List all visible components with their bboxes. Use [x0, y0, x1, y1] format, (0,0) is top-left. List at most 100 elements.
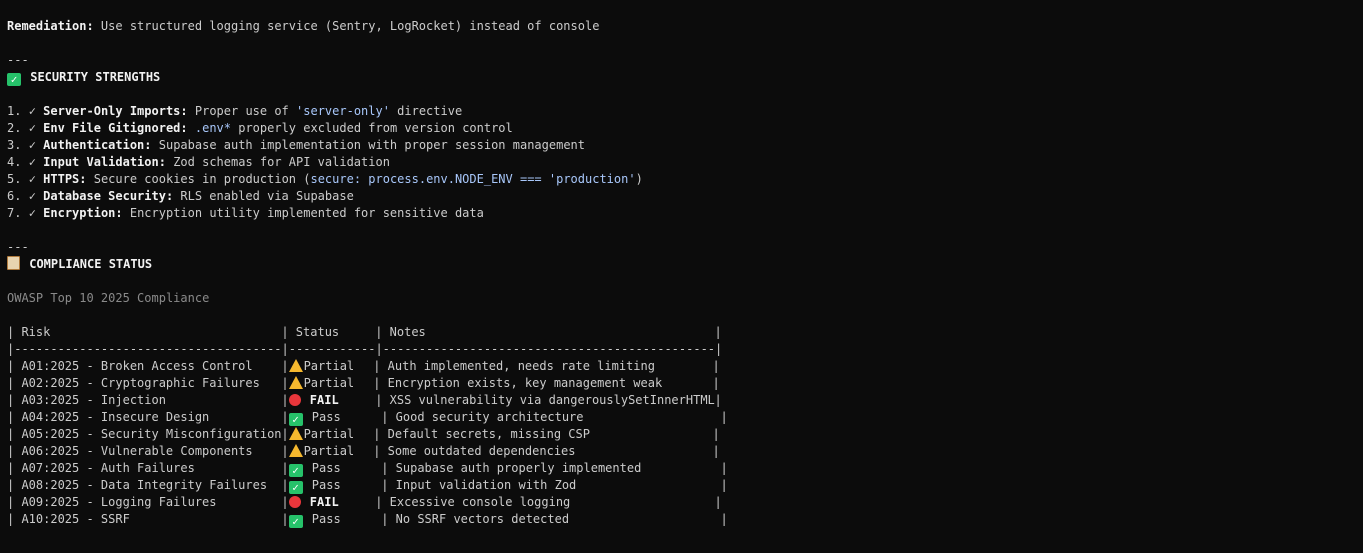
- notes-cell: Some outdated dependencies: [380, 444, 576, 458]
- strength-text: RLS enabled via Supabase: [173, 189, 354, 203]
- table-pipe: |: [281, 376, 289, 390]
- table-pipe: |: [373, 444, 381, 458]
- warning-icon: [288, 444, 303, 457]
- compliance-heading-text: COMPLIANCE STATUS: [29, 257, 153, 271]
- strength-code: 'server-only': [296, 104, 390, 118]
- notes-cell: No SSRF vectors detected: [388, 512, 570, 526]
- risk-cell: Risk: [14, 325, 51, 339]
- warning-icon: [288, 376, 303, 389]
- strength-text-end: directive: [389, 104, 463, 118]
- table-pipe: |: [373, 376, 381, 390]
- strength-item: 5. ✓ HTTPS: Secure cookies in production…: [7, 171, 643, 188]
- risk-cell: A10:2025 - SSRF: [14, 512, 130, 526]
- check-mark-icon: ✓: [28, 206, 44, 220]
- check-mark-icon: ✓: [28, 189, 44, 203]
- separator: ---: [7, 53, 29, 67]
- risk-cell: A08:2025 - Data Integrity Failures: [14, 478, 268, 492]
- strength-title: Server-Only Imports:: [43, 104, 188, 118]
- strength-number: 4.: [7, 155, 29, 169]
- table-pipe: |: [7, 325, 15, 339]
- table-pipe: |: [281, 478, 289, 492]
- table-pipe: |: [281, 461, 289, 475]
- table-pipe: |: [281, 512, 289, 526]
- strength-code: .env*: [194, 121, 231, 135]
- risk-cell: A09:2025 - Logging Failures: [14, 495, 217, 509]
- table-pipe: |: [714, 495, 722, 509]
- check-box-icon: ✓: [7, 73, 21, 86]
- check-mark-icon: ✓: [28, 155, 44, 169]
- status-cell: FAIL: [288, 494, 339, 511]
- table-row: | A01:2025 - Broken Access Control | Parti…: [0, 358, 760, 375]
- status-cell: ✓ Pass: [288, 460, 341, 477]
- notes-cell: Input validation with Zod: [388, 478, 577, 492]
- table-pipe: |: [281, 495, 289, 509]
- risk-cell: A05:2025 - Security Misconfiguration: [14, 427, 282, 441]
- status-label: Partial: [303, 359, 355, 373]
- status-label: Partial: [303, 376, 355, 390]
- status-label: Pass: [304, 478, 341, 492]
- table-pipe: |: [720, 461, 728, 475]
- table-pipe: |: [712, 444, 720, 458]
- table-row: | A04:2025 - Insecure Design | ✓ Pass | Goo…: [0, 409, 760, 426]
- strength-number: 1.: [7, 104, 29, 118]
- table-pipe: |: [373, 427, 381, 441]
- strength-title: Database Security:: [43, 189, 174, 203]
- strength-code: secure: process.env.NODE_ENV === 'produc…: [310, 172, 636, 186]
- table-pipe: |: [720, 478, 728, 492]
- table-pipe: |: [7, 427, 15, 441]
- status-label: Partial: [303, 427, 355, 441]
- status-label: Pass: [304, 410, 341, 424]
- table-row: | A03:2025 - Injection | FAIL | XSS vulner…: [0, 392, 760, 409]
- table-pipe: |: [7, 444, 15, 458]
- strength-title: Encryption:: [43, 206, 123, 220]
- table-pipe: |: [281, 444, 289, 458]
- table-divider: |-------------------------------------|-…: [7, 342, 723, 356]
- check-mark-icon: ✓: [28, 172, 44, 186]
- status-cell: Partial: [288, 375, 355, 392]
- compliance-heading: COMPLIANCE STATUS: [7, 256, 152, 273]
- strength-number: 7.: [7, 206, 29, 220]
- clipboard-icon: [7, 256, 20, 270]
- table-pipe: |: [7, 495, 15, 509]
- strengths-heading: ✓ SECURITY STRENGTHS: [7, 69, 160, 86]
- table-pipe: |: [281, 410, 289, 424]
- remediation-text: Use structured logging service (Sentry, …: [93, 19, 600, 33]
- table-pipe: |: [7, 393, 15, 407]
- table-pipe: |: [712, 427, 720, 441]
- check-box-icon: ✓: [288, 481, 303, 494]
- table-pipe: |: [375, 393, 383, 407]
- strength-text-end: properly excluded from version control: [231, 121, 513, 135]
- status-cell: Partial: [288, 358, 355, 375]
- strength-item: 3. ✓ Authentication: Supabase auth imple…: [7, 137, 585, 154]
- strength-text-end: ): [635, 172, 643, 186]
- remediation-label: Remediation:: [7, 19, 94, 33]
- strength-title: Env File Gitignored:: [43, 121, 188, 135]
- check-mark-icon: ✓: [28, 104, 44, 118]
- table-pipe: |: [7, 512, 15, 526]
- strength-number: 2.: [7, 121, 29, 135]
- notes-cell: Encryption exists, key management weak: [380, 376, 663, 390]
- table-pipe: |: [281, 359, 289, 373]
- risk-cell: A03:2025 - Injection: [14, 393, 166, 407]
- table-row: | A02:2025 - Cryptographic Failures | Part…: [0, 375, 760, 392]
- terminal-output: Remediation: Use structured logging serv…: [0, 0, 1363, 553]
- check-box-icon: ✓: [288, 413, 303, 426]
- table-pipe: |: [712, 359, 720, 373]
- table-pipe: |: [375, 495, 383, 509]
- notes-cell: Notes: [382, 325, 426, 339]
- notes-cell: Auth implemented, needs rate limiting: [380, 359, 655, 373]
- notes-cell: Supabase auth properly implemented: [388, 461, 642, 475]
- table-row: | A05:2025 - Security Misconfiguration | P…: [0, 426, 760, 443]
- table-pipe: |: [7, 359, 15, 373]
- status-header: Status: [288, 325, 340, 339]
- strength-item: 2. ✓ Env File Gitignored: .env* properly…: [7, 120, 513, 137]
- table-header: | Risk | Status | Notes |: [0, 324, 760, 341]
- table-row: | A06:2025 - Vulnerable Components | Parti…: [0, 443, 760, 460]
- strength-number: 3.: [7, 138, 29, 152]
- table-pipe: |: [281, 325, 289, 339]
- check-mark-icon: ✓: [28, 121, 44, 135]
- check-box-icon: ✓: [288, 464, 303, 477]
- table-pipe: |: [381, 461, 389, 475]
- check-mark-icon: ✓: [28, 138, 44, 152]
- separator: ---: [7, 240, 29, 254]
